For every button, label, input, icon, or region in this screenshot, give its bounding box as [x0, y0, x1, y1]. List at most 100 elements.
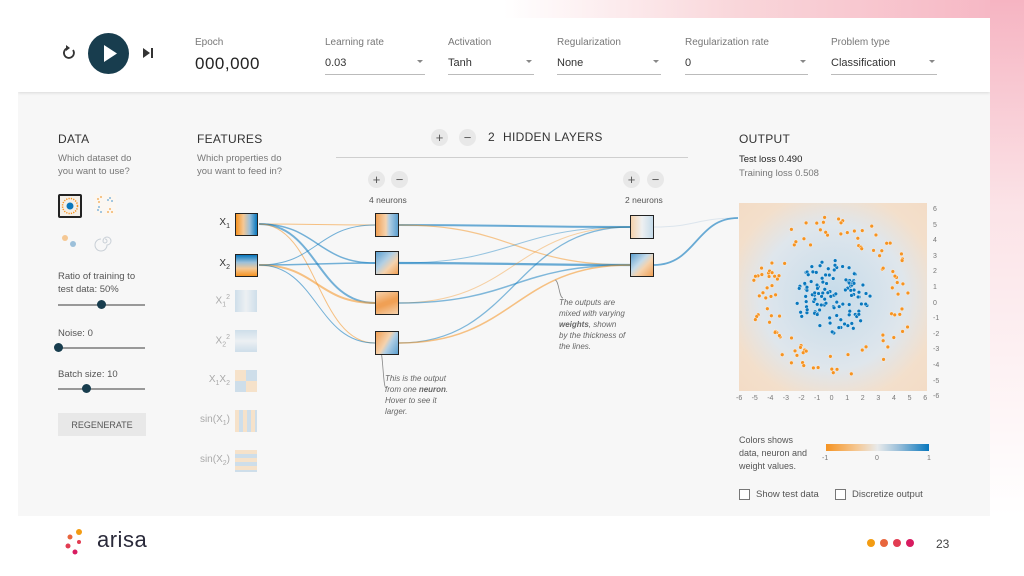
x-tick-label: -4 — [767, 395, 774, 402]
data-point-blue — [815, 312, 820, 317]
data-point-orange — [770, 270, 775, 275]
data-point-blue — [825, 290, 830, 295]
data-point-orange — [777, 333, 782, 338]
data-point-orange — [828, 354, 833, 359]
data-point-orange — [900, 329, 905, 334]
x-tick-label: 1 — [845, 395, 850, 402]
weight-link — [258, 264, 376, 304]
data-point-orange — [760, 290, 766, 295]
page-number: 23 — [936, 537, 950, 551]
decorative-gradient-right — [990, 0, 1024, 516]
annotation-line: larger. — [385, 407, 408, 416]
annotation-line: weights, shown — [559, 319, 625, 330]
discretize-output-checkbox[interactable] — [835, 489, 846, 500]
data-point-blue — [802, 281, 807, 286]
data-point-blue — [803, 294, 808, 299]
arisa-brand-text: arisa — [97, 527, 148, 552]
data-point-blue — [840, 264, 845, 269]
layer1-remove-neuron-button[interactable]: − — [391, 171, 408, 188]
data-point-orange — [852, 228, 857, 234]
y-tick-label: 2 — [933, 268, 937, 276]
y-tick-label: 3 — [933, 252, 937, 260]
output-heatmap[interactable] — [739, 203, 927, 391]
layer1-add-neuron-button[interactable]: + — [368, 171, 385, 188]
data-point-orange — [871, 248, 876, 253]
data-point-orange — [823, 230, 828, 235]
data-point-orange — [891, 335, 896, 340]
data-point-blue — [797, 286, 802, 291]
data-point-blue — [858, 318, 863, 323]
data-point-orange — [759, 265, 764, 271]
layer2-add-neuron-button[interactable]: + — [623, 171, 640, 188]
weight-link — [398, 226, 631, 264]
data-point-orange — [890, 285, 895, 290]
data-point-blue — [849, 321, 854, 326]
data-point-blue — [799, 314, 804, 319]
data-point-orange — [759, 272, 764, 277]
data-point-blue — [834, 300, 839, 305]
data-point-orange — [765, 306, 770, 311]
data-point-blue — [849, 293, 854, 298]
data-point-blue — [826, 266, 831, 271]
y-tick-label: -4 — [933, 362, 940, 369]
neuron-layer1-3[interactable] — [375, 291, 399, 315]
data-point-blue — [828, 321, 833, 326]
data-point-orange — [900, 258, 905, 263]
data-point-orange — [834, 367, 840, 372]
data-point-orange — [900, 281, 906, 286]
layer2-neurons-label: 2 neurons — [625, 195, 663, 205]
data-point-blue — [851, 326, 856, 331]
data-point-blue — [812, 290, 817, 295]
data-point-orange — [789, 360, 794, 365]
data-point-orange — [873, 232, 879, 238]
data-point-orange — [789, 227, 794, 232]
brand-dot — [893, 539, 901, 547]
data-point-orange — [767, 320, 772, 325]
neuron-layer2-1[interactable] — [630, 215, 654, 239]
data-point-orange — [899, 306, 905, 312]
data-point-orange — [798, 345, 803, 350]
legend-line: Colors shows — [739, 435, 794, 445]
annotation-line: This is the output — [385, 374, 446, 383]
data-point-blue — [847, 302, 852, 307]
annotation-line: The outputs are — [559, 298, 616, 307]
data-point-orange — [801, 363, 806, 368]
output-title: OUTPUT — [739, 132, 791, 146]
data-point-blue — [860, 282, 866, 288]
annotation-line: by the thickness of — [559, 331, 626, 340]
data-point-blue — [840, 302, 845, 307]
data-point-blue — [824, 281, 829, 286]
x-tick-label: 2 — [860, 395, 865, 402]
data-point-blue — [823, 301, 829, 306]
data-point-blue — [832, 263, 838, 268]
data-point-blue — [822, 297, 827, 302]
neuron-layer1-2[interactable] — [375, 251, 399, 275]
weight-link — [258, 224, 376, 266]
data-point-orange — [892, 274, 898, 279]
layer1-neurons-label: 4 neurons — [369, 195, 407, 205]
neuron-layer2-2[interactable] — [630, 253, 654, 277]
data-point-blue — [851, 281, 857, 286]
data-point-blue — [814, 282, 820, 288]
data-point-blue — [817, 323, 822, 328]
data-point-blue — [814, 270, 819, 275]
y-tick-label: 4 — [933, 237, 937, 245]
neuron-annotation: This is the output from one neuron. Hove… — [385, 373, 448, 417]
arisa-logo-icon — [65, 529, 82, 555]
x-tick-label: 6 — [923, 395, 928, 402]
data-point-orange — [881, 266, 886, 271]
test-loss: Test loss 0.490 — [739, 154, 803, 165]
data-point-blue — [842, 321, 847, 327]
data-point-orange — [804, 220, 809, 226]
data-point-orange — [860, 347, 865, 353]
data-point-blue — [820, 279, 825, 285]
data-point-orange — [859, 246, 864, 251]
neuron-layer1-1[interactable] — [375, 213, 399, 237]
neuron-layer1-4[interactable] — [375, 331, 399, 355]
data-point-blue — [856, 294, 861, 300]
color-scale-bar — [826, 444, 929, 451]
layer2-remove-neuron-button[interactable]: − — [647, 171, 664, 188]
show-test-data-checkbox[interactable] — [739, 489, 750, 500]
y-tick-label: -3 — [933, 346, 940, 354]
data-point-orange — [794, 353, 800, 358]
